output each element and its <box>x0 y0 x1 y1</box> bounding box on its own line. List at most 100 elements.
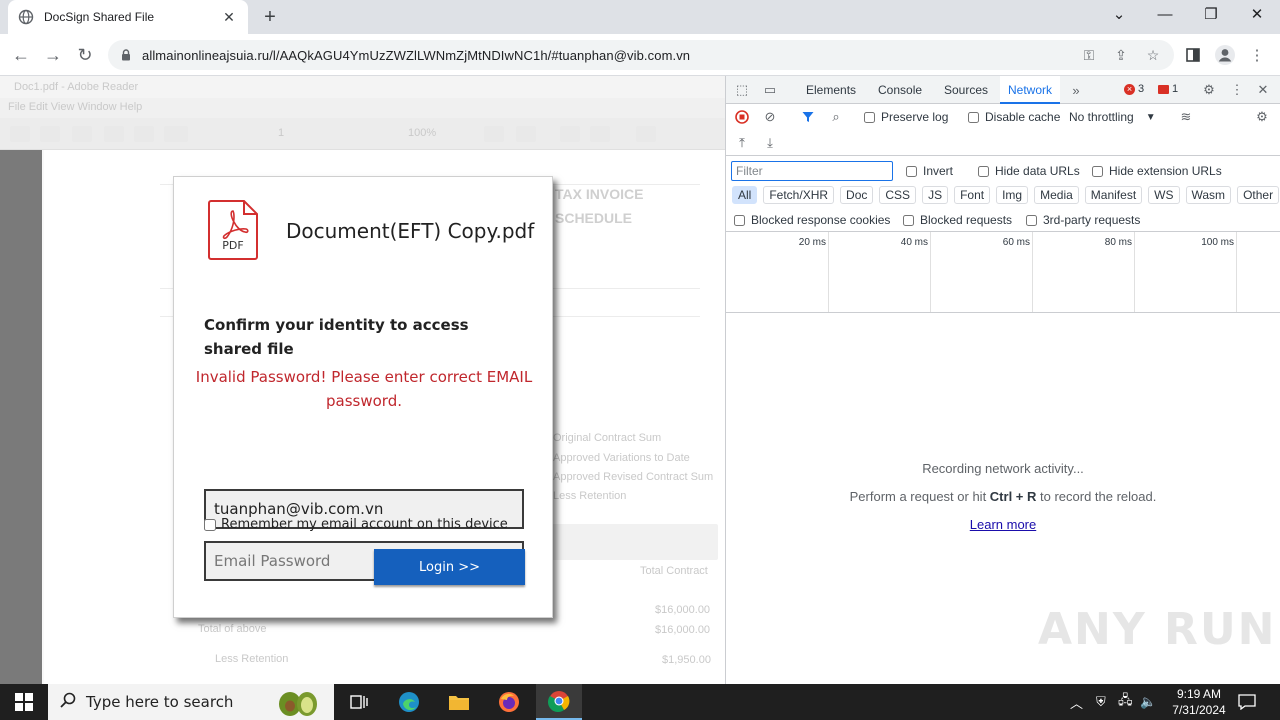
side-panel-icon[interactable] <box>1180 42 1206 68</box>
remember-me[interactable]: Remember my email account on this device <box>204 517 508 532</box>
error-count-badge[interactable]: × 3 <box>1124 83 1144 95</box>
learn-more-link[interactable]: Learn more <box>726 517 1280 532</box>
dropdown-arrow-icon: ▼ <box>1145 111 1156 123</box>
tab-sources[interactable]: Sources <box>936 76 996 104</box>
bookmark-star-icon[interactable]: ☆ <box>1140 40 1166 70</box>
hide-data-urls-checkbox[interactable]: Hide data URLs <box>978 164 1080 178</box>
error-icon: × <box>1124 83 1135 95</box>
device-toolbar-icon[interactable]: ▭ <box>760 80 780 100</box>
search-icon[interactable]: ⌕ <box>826 107 846 127</box>
login-modal: PDF Document(EFT) Copy.pdf Confirm your … <box>173 176 553 618</box>
background-page-number: 1 <box>278 127 285 139</box>
invert-checkbox[interactable]: Invert <box>906 164 953 178</box>
third-party-requests-checkbox[interactable]: 3rd-party requests <box>1026 213 1140 227</box>
remember-checkbox[interactable] <box>204 518 216 531</box>
share-icon[interactable]: ⇪ <box>1108 40 1134 70</box>
url-text: allmainonlineajsuia.ru/l/AAQkAGU4YmUzZWZ… <box>142 47 691 63</box>
tab-network[interactable]: Network <box>1000 76 1061 104</box>
filter-all[interactable]: All <box>732 186 758 204</box>
inspect-element-icon[interactable]: ⬚ <box>732 80 752 100</box>
filter-wasm[interactable]: Wasm <box>1185 186 1232 204</box>
filter-funnel-icon[interactable] <box>798 107 818 127</box>
tab-search-icon[interactable]: ⌄ <box>1104 4 1134 26</box>
system-clock[interactable]: 9:19 AM 7/31/2024 <box>1160 686 1238 718</box>
clear-icon[interactable]: ⊘ <box>760 107 780 127</box>
record-stop-icon[interactable] <box>732 107 752 127</box>
devtools-menu-icon[interactable]: ⋮ <box>1227 80 1247 100</box>
network-tray-icon[interactable]: 🖧 <box>1118 684 1133 720</box>
tab-elements[interactable]: Elements <box>798 76 864 104</box>
timeline-tick-label: 60 ms <box>1002 237 1030 248</box>
filter-media[interactable]: Media <box>1034 186 1079 204</box>
filter-fetch-xhr[interactable]: Fetch/XHR <box>763 186 835 204</box>
timeline-tick-label: 100 ms <box>1201 237 1234 248</box>
filter-font[interactable]: Font <box>954 186 991 204</box>
background-line1: Original Contract Sum <box>553 432 662 444</box>
key-icon[interactable]: ⚿ <box>1076 40 1102 70</box>
filter-ws[interactable]: WS <box>1148 186 1180 204</box>
blocked-cookies-checkbox[interactable]: Blocked response cookies <box>734 213 890 227</box>
blocked-requests-checkbox[interactable]: Blocked requests <box>903 213 1012 227</box>
issue-count-badge[interactable]: 1 <box>1158 83 1178 95</box>
settings-gear-icon[interactable]: ⚙ <box>1199 80 1219 100</box>
address-bar[interactable]: allmainonlineajsuia.ru/l/AAQkAGU4YmUzZWZ… <box>108 40 1174 70</box>
filter-input[interactable] <box>731 161 893 181</box>
minimize-button[interactable]: — <box>1150 4 1180 26</box>
tab-console[interactable]: Console <box>870 76 930 104</box>
background-line2: Approved Variations to Date <box>553 452 690 464</box>
chrome-icon[interactable] <box>536 684 582 720</box>
show-hidden-icons[interactable]: ︿ <box>1070 684 1083 720</box>
filter-manifest[interactable]: Manifest <box>1084 186 1143 204</box>
network-timeline-overview[interactable]: 20 ms 40 ms 60 ms 80 ms 100 ms <box>726 231 1280 313</box>
login-button[interactable]: Login >> <box>374 549 525 585</box>
start-button[interactable] <box>0 684 48 720</box>
firefox-icon[interactable] <box>486 684 532 720</box>
filter-other[interactable]: Other <box>1237 186 1280 204</box>
network-settings-icon[interactable]: ⚙ <box>1252 107 1272 127</box>
filter-img[interactable]: Img <box>996 186 1029 204</box>
taskbar-search[interactable]: Type here to search <box>48 684 334 720</box>
close-tab-icon[interactable]: ✕ <box>220 9 238 26</box>
chrome-menu-icon[interactable]: ⋮ <box>1244 42 1270 68</box>
more-tabs-icon[interactable]: » <box>1066 80 1086 100</box>
preserve-log-checkbox[interactable]: Preserve log <box>864 110 948 124</box>
hide-extension-urls-checkbox[interactable]: Hide extension URLs <box>1092 164 1222 178</box>
background-title: Doc1.pdf - Adobe Reader <box>14 81 139 93</box>
filter-doc[interactable]: Doc <box>840 186 874 204</box>
globe-icon <box>18 9 34 25</box>
task-view-icon[interactable] <box>336 684 382 720</box>
remember-label: Remember my email account on this device <box>221 517 508 532</box>
reload-button[interactable]: ↻ <box>72 42 98 68</box>
lock-icon[interactable] <box>120 49 132 61</box>
reload-hint: Perform a request or hit Ctrl + R to rec… <box>849 489 1157 504</box>
network-conditions-icon[interactable]: ≋ <box>1176 107 1196 127</box>
background-iconbar: 1 100% <box>0 118 725 150</box>
filter-js[interactable]: JS <box>922 186 949 204</box>
forward-button[interactable]: → <box>40 42 66 68</box>
browser-toolbar: ← → ↻ allmainonlineajsuia.ru/l/AAQkAGU4Y… <box>0 34 1280 76</box>
close-window-button[interactable]: ✕ <box>1242 4 1272 26</box>
recording-status: Recording network activity... <box>922 461 1084 476</box>
disable-cache-checkbox[interactable]: Disable cache <box>968 110 1060 124</box>
windows-logo-icon <box>15 693 33 711</box>
issue-count: 1 <box>1172 83 1179 95</box>
browser-tab[interactable]: DocSign Shared File ✕ <box>8 0 248 34</box>
upload-har-icon[interactable]: ⤒ <box>732 133 752 153</box>
restore-button[interactable]: ❐ <box>1196 4 1226 26</box>
new-tab-button[interactable]: + <box>258 5 282 29</box>
volume-icon[interactable]: 🔈 <box>1140 684 1156 720</box>
notifications-icon[interactable] <box>1238 684 1256 720</box>
close-devtools-icon[interactable]: ✕ <box>1253 80 1273 100</box>
security-tray-icon[interactable]: ⛨ <box>1096 684 1106 720</box>
download-har-icon[interactable]: ⤓ <box>760 133 780 153</box>
pdf-label: PDF <box>222 239 244 252</box>
edge-icon[interactable] <box>386 684 432 720</box>
filter-css[interactable]: CSS <box>879 186 917 204</box>
clock-time: 9:19 AM <box>1176 687 1222 701</box>
throttling-select[interactable]: No throttling ▼ <box>1069 110 1156 124</box>
back-button[interactable]: ← <box>8 42 34 68</box>
file-explorer-icon[interactable] <box>436 684 482 720</box>
background-titlebar: Doc1.pdf - Adobe Reader <box>0 76 725 98</box>
background-amount2: $16,000.00 <box>655 624 711 636</box>
profile-avatar-icon[interactable] <box>1212 42 1238 68</box>
